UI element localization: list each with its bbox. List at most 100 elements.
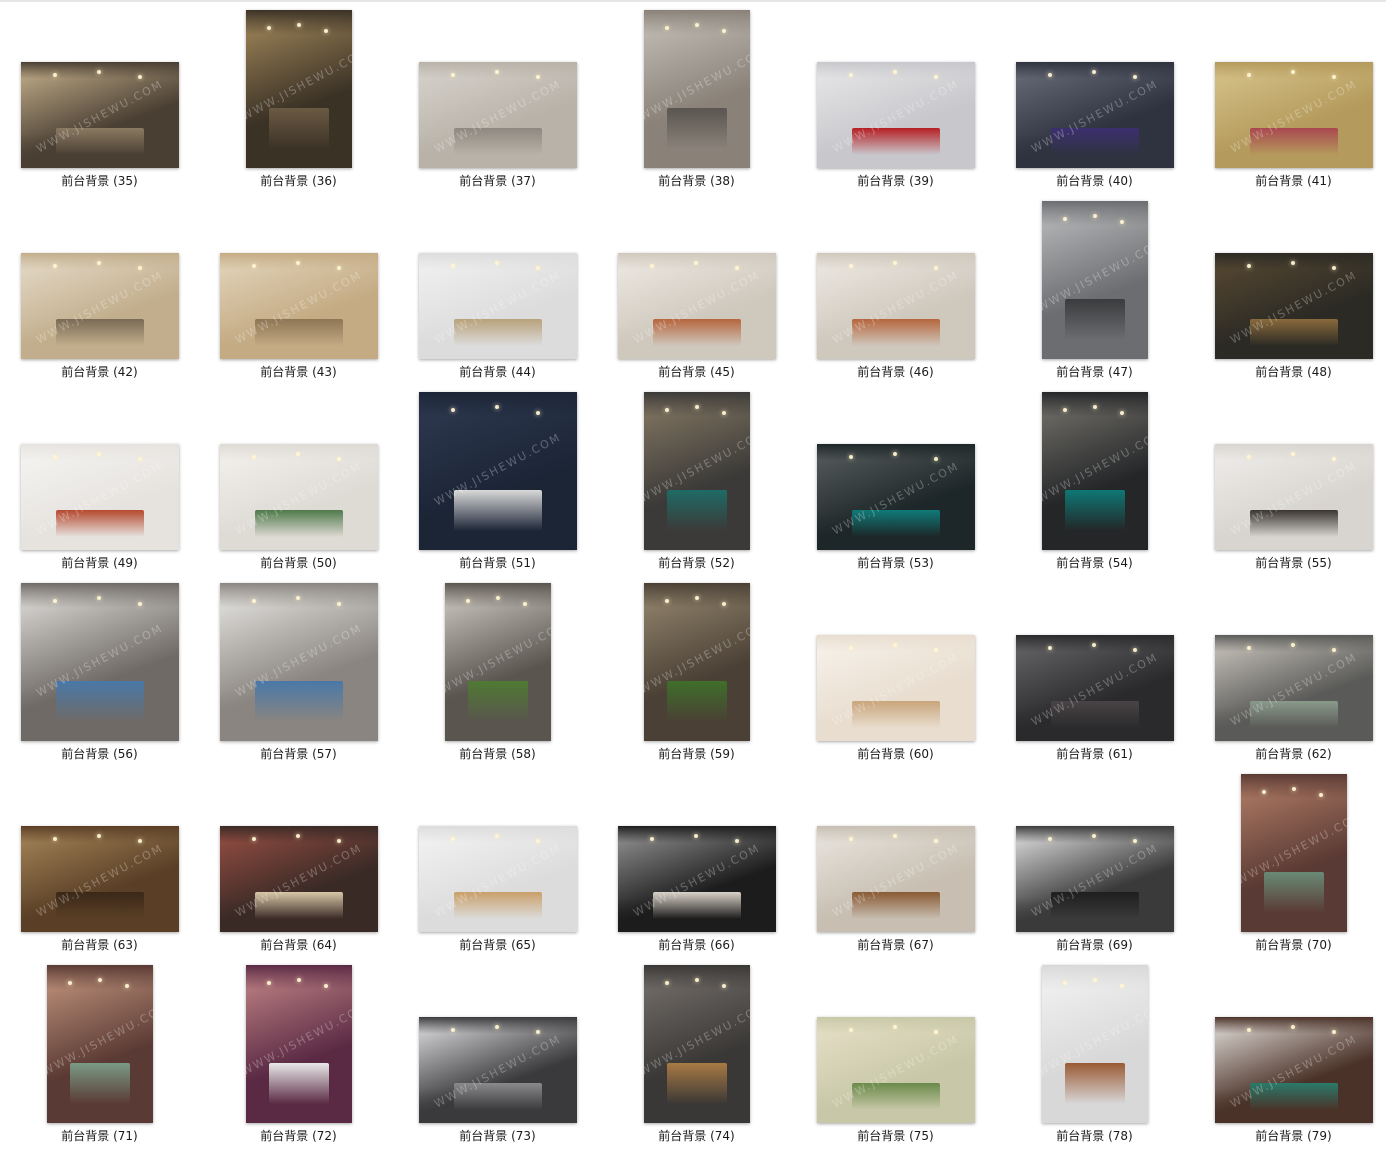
image-thumbnail[interactable]: WWW.JISHEWU.COM bbox=[1016, 635, 1174, 741]
file-item[interactable]: WWW.JISHEWU.COM 前台背景 (71) bbox=[0, 955, 199, 1146]
file-item[interactable]: WWW.JISHEWU.COM 前台背景 (74) bbox=[597, 955, 796, 1146]
image-thumbnail[interactable]: WWW.JISHEWU.COM bbox=[220, 444, 378, 550]
file-item[interactable]: WWW.JISHEWU.COM 前台背景 (56) bbox=[0, 573, 199, 764]
file-item[interactable]: WWW.JISHEWU.COM 前台背景 (62) bbox=[1194, 573, 1386, 764]
image-thumbnail[interactable]: WWW.JISHEWU.COM bbox=[644, 965, 750, 1123]
thumbnail-frame: WWW.JISHEWU.COM bbox=[398, 581, 597, 741]
thumbnail-light bbox=[96, 595, 101, 600]
image-thumbnail[interactable]: WWW.JISHEWU.COM bbox=[1215, 444, 1373, 550]
file-item[interactable]: WWW.JISHEWU.COM 前台背景 (63) bbox=[0, 764, 199, 955]
image-thumbnail[interactable]: WWW.JISHEWU.COM bbox=[618, 253, 776, 359]
file-item[interactable]: WWW.JISHEWU.COM 前台背景 (52) bbox=[597, 382, 796, 573]
file-item[interactable]: WWW.JISHEWU.COM 前台背景 (64) bbox=[199, 764, 398, 955]
file-item[interactable]: WWW.JISHEWU.COM 前台背景 (67) bbox=[796, 764, 995, 955]
image-thumbnail[interactable]: WWW.JISHEWU.COM bbox=[419, 826, 577, 932]
image-thumbnail[interactable]: WWW.JISHEWU.COM bbox=[246, 965, 352, 1123]
file-name-label: 前台背景 (65) bbox=[459, 938, 536, 952]
thumbnail-light bbox=[1063, 216, 1068, 221]
image-thumbnail[interactable]: WWW.JISHEWU.COM bbox=[246, 10, 352, 168]
image-thumbnail[interactable]: WWW.JISHEWU.COM bbox=[644, 583, 750, 741]
image-thumbnail[interactable]: WWW.JISHEWU.COM bbox=[1042, 392, 1148, 550]
image-thumbnail[interactable]: WWW.JISHEWU.COM bbox=[21, 62, 179, 168]
image-thumbnail[interactable]: WWW.JISHEWU.COM bbox=[1215, 635, 1373, 741]
image-thumbnail[interactable]: WWW.JISHEWU.COM bbox=[817, 1017, 975, 1123]
image-thumbnail[interactable]: WWW.JISHEWU.COM bbox=[220, 826, 378, 932]
image-thumbnail[interactable]: WWW.JISHEWU.COM bbox=[419, 62, 577, 168]
file-item[interactable]: WWW.JISHEWU.COM 前台背景 (66) bbox=[597, 764, 796, 955]
file-item[interactable]: WWW.JISHEWU.COM 前台背景 (79) bbox=[1194, 955, 1386, 1146]
image-thumbnail[interactable]: WWW.JISHEWU.COM bbox=[817, 635, 975, 741]
file-item[interactable]: WWW.JISHEWU.COM 前台背景 (42) bbox=[0, 191, 199, 382]
file-item[interactable]: WWW.JISHEWU.COM 前台背景 (39) bbox=[796, 0, 995, 191]
thumbnail-light bbox=[1063, 407, 1068, 412]
image-thumbnail[interactable]: WWW.JISHEWU.COM bbox=[817, 253, 975, 359]
file-item[interactable]: WWW.JISHEWU.COM 前台背景 (46) bbox=[796, 191, 995, 382]
file-item[interactable]: WWW.JISHEWU.COM 前台背景 (51) bbox=[398, 382, 597, 573]
image-thumbnail[interactable]: WWW.JISHEWU.COM bbox=[419, 253, 577, 359]
file-item[interactable]: WWW.JISHEWU.COM 前台背景 (35) bbox=[0, 0, 199, 191]
thumbnail-frame: WWW.JISHEWU.COM bbox=[597, 772, 796, 932]
file-item[interactable]: WWW.JISHEWU.COM 前台背景 (36) bbox=[199, 0, 398, 191]
file-item[interactable]: WWW.JISHEWU.COM 前台背景 (43) bbox=[199, 191, 398, 382]
image-thumbnail[interactable]: WWW.JISHEWU.COM bbox=[1042, 965, 1148, 1123]
thumbnail-frame: WWW.JISHEWU.COM bbox=[0, 963, 199, 1123]
file-item[interactable]: WWW.JISHEWU.COM 前台背景 (69) bbox=[995, 764, 1194, 955]
file-item[interactable]: WWW.JISHEWU.COM 前台背景 (59) bbox=[597, 573, 796, 764]
file-item[interactable]: WWW.JISHEWU.COM 前台背景 (40) bbox=[995, 0, 1194, 191]
image-thumbnail[interactable]: WWW.JISHEWU.COM bbox=[618, 826, 776, 932]
image-thumbnail[interactable]: WWW.JISHEWU.COM bbox=[21, 583, 179, 741]
thumbnail-light bbox=[933, 74, 938, 79]
image-thumbnail[interactable]: WWW.JISHEWU.COM bbox=[1215, 253, 1373, 359]
file-item[interactable]: WWW.JISHEWU.COM 前台背景 (72) bbox=[199, 955, 398, 1146]
image-thumbnail[interactable]: WWW.JISHEWU.COM bbox=[1016, 826, 1174, 932]
file-item[interactable]: WWW.JISHEWU.COM 前台背景 (58) bbox=[398, 573, 597, 764]
image-thumbnail[interactable]: WWW.JISHEWU.COM bbox=[419, 1017, 577, 1123]
file-item[interactable]: WWW.JISHEWU.COM 前台背景 (38) bbox=[597, 0, 796, 191]
thumbnail-light bbox=[450, 1027, 455, 1032]
image-thumbnail[interactable]: WWW.JISHEWU.COM bbox=[817, 444, 975, 550]
file-item[interactable]: WWW.JISHEWU.COM 前台背景 (61) bbox=[995, 573, 1194, 764]
file-name-label: 前台背景 (43) bbox=[260, 365, 337, 379]
file-item[interactable]: WWW.JISHEWU.COM 前台背景 (55) bbox=[1194, 382, 1386, 573]
image-thumbnail[interactable]: WWW.JISHEWU.COM bbox=[1215, 62, 1373, 168]
image-thumbnail[interactable]: WWW.JISHEWU.COM bbox=[1016, 62, 1174, 168]
image-thumbnail[interactable]: WWW.JISHEWU.COM bbox=[419, 392, 577, 550]
image-thumbnail[interactable]: WWW.JISHEWU.COM bbox=[21, 253, 179, 359]
file-name-label: 前台背景 (50) bbox=[260, 556, 337, 570]
image-thumbnail[interactable]: WWW.JISHEWU.COM bbox=[21, 444, 179, 550]
image-thumbnail[interactable]: WWW.JISHEWU.COM bbox=[817, 826, 975, 932]
image-thumbnail[interactable]: WWW.JISHEWU.COM bbox=[1241, 774, 1347, 932]
image-thumbnail[interactable]: WWW.JISHEWU.COM bbox=[220, 253, 378, 359]
image-thumbnail[interactable]: WWW.JISHEWU.COM bbox=[47, 965, 153, 1123]
file-name-label: 前台背景 (54) bbox=[1056, 556, 1133, 570]
image-thumbnail[interactable]: WWW.JISHEWU.COM bbox=[817, 62, 975, 168]
thumbnail-reception-desk bbox=[254, 680, 344, 723]
file-item[interactable]: WWW.JISHEWU.COM 前台背景 (45) bbox=[597, 191, 796, 382]
image-thumbnail[interactable]: WWW.JISHEWU.COM bbox=[445, 583, 551, 741]
file-item[interactable]: WWW.JISHEWU.COM 前台背景 (70) bbox=[1194, 764, 1386, 955]
file-item[interactable]: WWW.JISHEWU.COM 前台背景 (53) bbox=[796, 382, 995, 573]
file-item[interactable]: WWW.JISHEWU.COM 前台背景 (37) bbox=[398, 0, 597, 191]
file-name-label: 前台背景 (37) bbox=[459, 174, 536, 188]
file-item[interactable]: WWW.JISHEWU.COM 前台背景 (50) bbox=[199, 382, 398, 573]
file-item[interactable]: WWW.JISHEWU.COM 前台背景 (78) bbox=[995, 955, 1194, 1146]
file-item[interactable]: WWW.JISHEWU.COM 前台背景 (49) bbox=[0, 382, 199, 573]
image-thumbnail[interactable]: WWW.JISHEWU.COM bbox=[21, 826, 179, 932]
image-thumbnail[interactable]: WWW.JISHEWU.COM bbox=[220, 583, 378, 741]
file-item[interactable]: WWW.JISHEWU.COM 前台背景 (65) bbox=[398, 764, 597, 955]
image-thumbnail[interactable]: WWW.JISHEWU.COM bbox=[644, 10, 750, 168]
file-item[interactable]: WWW.JISHEWU.COM 前台背景 (73) bbox=[398, 955, 597, 1146]
thumbnail-light bbox=[296, 977, 301, 982]
image-thumbnail[interactable]: WWW.JISHEWU.COM bbox=[1215, 1017, 1373, 1123]
file-item[interactable]: WWW.JISHEWU.COM 前台背景 (54) bbox=[995, 382, 1194, 573]
file-item[interactable]: WWW.JISHEWU.COM 前台背景 (41) bbox=[1194, 0, 1386, 191]
image-thumbnail[interactable]: WWW.JISHEWU.COM bbox=[644, 392, 750, 550]
file-item[interactable]: WWW.JISHEWU.COM 前台背景 (75) bbox=[796, 955, 995, 1146]
file-item[interactable]: WWW.JISHEWU.COM 前台背景 (60) bbox=[796, 573, 995, 764]
file-item[interactable]: WWW.JISHEWU.COM 前台背景 (57) bbox=[199, 573, 398, 764]
file-item[interactable]: WWW.JISHEWU.COM 前台背景 (47) bbox=[995, 191, 1194, 382]
file-item[interactable]: WWW.JISHEWU.COM 前台背景 (44) bbox=[398, 191, 597, 382]
thumbnail-light bbox=[450, 407, 455, 412]
file-item[interactable]: WWW.JISHEWU.COM 前台背景 (48) bbox=[1194, 191, 1386, 382]
image-thumbnail[interactable]: WWW.JISHEWU.COM bbox=[1042, 201, 1148, 359]
